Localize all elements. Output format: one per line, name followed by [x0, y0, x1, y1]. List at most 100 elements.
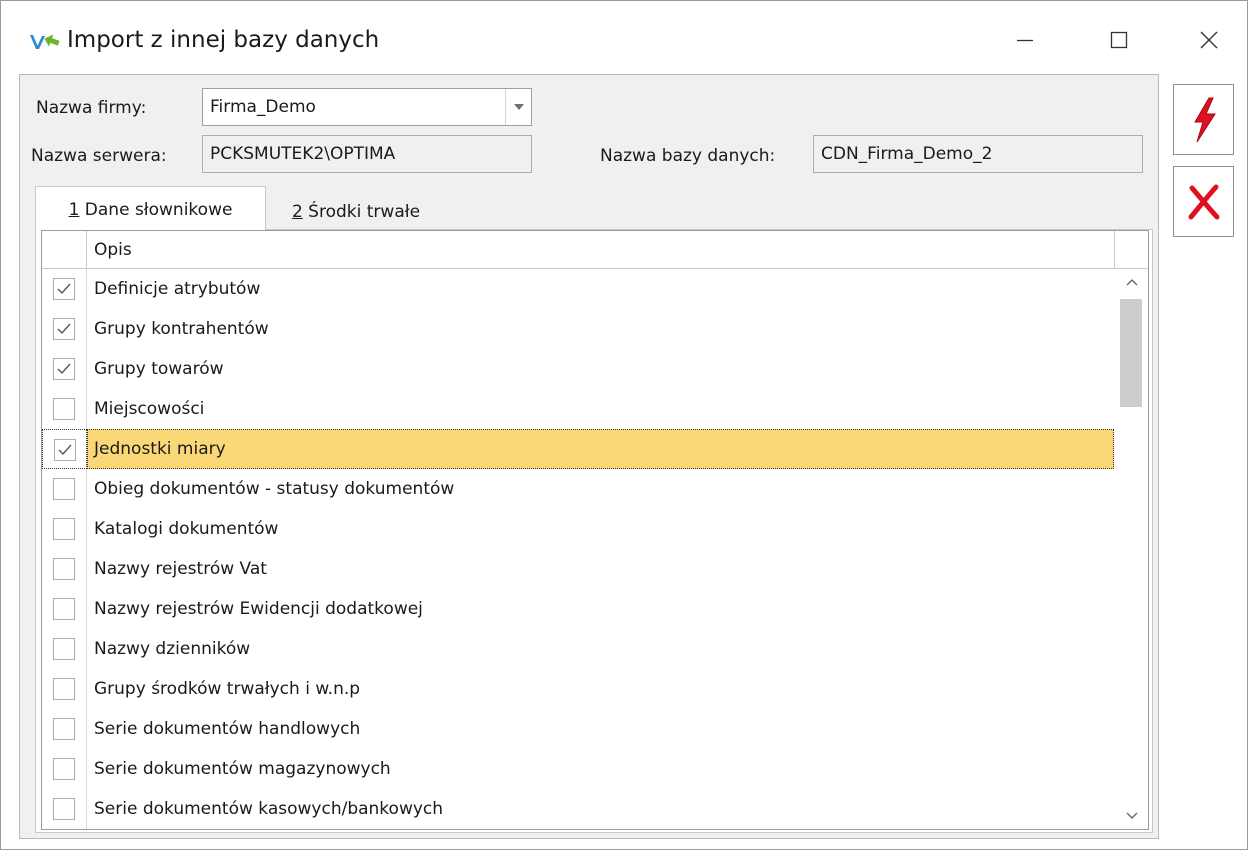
- table-row[interactable]: Miejscowości: [42, 389, 1114, 429]
- table-row[interactable]: Katalogi dokumentów: [42, 509, 1114, 549]
- checkbox-cell: [42, 469, 87, 509]
- table-row[interactable]: Grupy kontrahentów: [42, 309, 1114, 349]
- tab-accel: 2: [291, 202, 303, 222]
- checkbox-cell: [42, 709, 87, 749]
- row-label: Definicje atrybutów: [94, 279, 261, 299]
- row-checkbox[interactable]: [53, 638, 75, 660]
- table-row[interactable]: Obieg dokumentów - statusy dokumentów: [42, 469, 1114, 509]
- checkbox-cell: [42, 509, 87, 549]
- table-row[interactable]: Serie dokumentów magazynowych: [42, 749, 1114, 789]
- row-label: Grupy kontrahentów: [94, 319, 269, 339]
- checkbox-cell: [42, 629, 87, 669]
- header-divider: [1114, 231, 1115, 269]
- row-label: Grupy towarów: [94, 359, 224, 379]
- maximize-button[interactable]: [1091, 15, 1147, 65]
- checkbox-cell: [42, 349, 87, 389]
- row-checkbox[interactable]: [54, 439, 76, 461]
- row-label: Nazwy dzienników: [94, 639, 251, 659]
- tab-accel: 1: [68, 200, 80, 220]
- row-label: Nazwy rejestrów Ewidencji dodatkowej: [94, 599, 423, 619]
- scroll-down-icon[interactable]: [1115, 803, 1148, 829]
- import-dialog: Import z innej bazy danych Nazwa firmy: …: [0, 0, 1248, 850]
- dialog-content: Nazwa firmy: Firma_Demo Nazwa serwera: P…: [19, 74, 1159, 839]
- checkmark-icon: [57, 283, 71, 295]
- company-value: Firma_Demo: [210, 97, 316, 117]
- server-field: PCKSMUTEK2\OPTIMA: [202, 135, 532, 173]
- row-checkbox[interactable]: [53, 558, 75, 580]
- row-label: Nazwy rejestrów Vat: [94, 559, 267, 579]
- row-checkbox[interactable]: [53, 598, 75, 620]
- cancel-button[interactable]: [1173, 166, 1234, 237]
- checkbox-cell: [42, 389, 87, 429]
- company-label: Nazwa firmy:: [36, 98, 147, 118]
- row-checkbox[interactable]: [53, 518, 75, 540]
- checkbox-cell: [42, 429, 87, 469]
- scroll-up-icon[interactable]: [1115, 269, 1148, 295]
- red-x-icon: [1188, 184, 1219, 219]
- row-label: Serie dokumentów magazynowych: [94, 759, 391, 779]
- header-check-column[interactable]: [42, 231, 87, 269]
- tab-srodki-trwale[interactable]: 2 Środki trwałe: [266, 189, 446, 233]
- table-row[interactable]: Serie dokumentów handlowych: [42, 709, 1114, 749]
- minimize-button[interactable]: [997, 15, 1053, 65]
- checkmark-icon: [57, 323, 71, 335]
- tab-label: Środki trwałe: [302, 202, 421, 222]
- data-grid: Opis Definicje atrybutów Grupy kontrahent…: [41, 230, 1149, 830]
- checkbox-cell: [42, 669, 87, 709]
- table-row[interactable]: Nazwy rejestrów Vat: [42, 549, 1114, 589]
- row-label: Serie dokumentów handlowych: [94, 719, 361, 739]
- title-bar: Import z innej bazy danych: [1, 1, 1247, 73]
- table-row[interactable]: Definicje atrybutów: [42, 269, 1114, 309]
- row-label: Katalogi dokumentów: [94, 519, 279, 539]
- row-label: Jednostki miary: [94, 439, 226, 459]
- database-field: CDN_Firma_Demo_2: [813, 135, 1143, 173]
- row-checkbox[interactable]: [53, 398, 75, 420]
- server-value: PCKSMUTEK2\OPTIMA: [210, 144, 396, 164]
- chevron-down-icon[interactable]: [505, 89, 531, 125]
- table-row[interactable]: Nazwy dzienników: [42, 629, 1114, 669]
- row-checkbox[interactable]: [53, 478, 75, 500]
- database-value: CDN_Firma_Demo_2: [821, 144, 993, 164]
- table-row[interactable]: Grupy środków trwałych i w.n.p: [42, 669, 1114, 709]
- checkmark-icon: [58, 444, 72, 456]
- close-icon: [1200, 31, 1218, 49]
- row-label: Grupy środków trwałych i w.n.p: [94, 679, 361, 699]
- company-combobox[interactable]: Firma_Demo: [202, 88, 532, 126]
- row-checkbox[interactable]: [53, 278, 75, 300]
- row-checkbox[interactable]: [53, 358, 75, 380]
- checkmark-icon: [57, 363, 71, 375]
- checkbox-cell: [42, 749, 87, 789]
- tab-label: Dane słownikowe: [79, 200, 233, 220]
- tab-dane-slownikowe[interactable]: 1 Dane słownikowe: [35, 186, 266, 230]
- table-row[interactable]: Nazwy rejestrów Ewidencji dodatkowej: [42, 589, 1114, 629]
- checkbox-cell: [42, 549, 87, 589]
- grid-rows: Definicje atrybutów Grupy kontrahentów Gru…: [42, 269, 1114, 829]
- row-checkbox[interactable]: [53, 758, 75, 780]
- table-row[interactable]: Jednostki miary: [42, 429, 1114, 469]
- grid-header: Opis: [42, 231, 1148, 269]
- row-label: Obieg dokumentów - statusy dokumentów: [94, 479, 455, 499]
- row-checkbox[interactable]: [53, 678, 75, 700]
- import-button[interactable]: [1173, 84, 1234, 155]
- row-checkbox[interactable]: [53, 318, 75, 340]
- close-button[interactable]: [1181, 15, 1237, 65]
- vertical-scrollbar[interactable]: [1115, 269, 1148, 829]
- checkbox-cell: [42, 589, 87, 629]
- checkbox-cell: [42, 269, 87, 309]
- selected-cell-highlight: [87, 429, 1114, 469]
- scrollbar-thumb[interactable]: [1120, 299, 1142, 407]
- checkbox-cell: [42, 789, 87, 829]
- row-checkbox[interactable]: [53, 798, 75, 820]
- checkbox-cell: [42, 309, 87, 349]
- import-arrows-icon: [29, 31, 61, 53]
- database-label: Nazwa bazy danych:: [600, 146, 776, 166]
- window-title: Import z innej bazy danych: [67, 27, 380, 53]
- table-row[interactable]: Grupy towarów: [42, 349, 1114, 389]
- table-row[interactable]: Serie dokumentów kasowych/bankowych: [42, 789, 1114, 829]
- row-checkbox[interactable]: [53, 718, 75, 740]
- tab-panel: Opis Definicje atrybutów Grupy kontrahent…: [35, 229, 1153, 833]
- row-label: Miejscowości: [94, 399, 205, 419]
- column-header-opis[interactable]: Opis: [94, 240, 132, 260]
- server-label: Nazwa serwera:: [31, 146, 167, 166]
- row-label: Serie dokumentów kasowych/bankowych: [94, 799, 444, 819]
